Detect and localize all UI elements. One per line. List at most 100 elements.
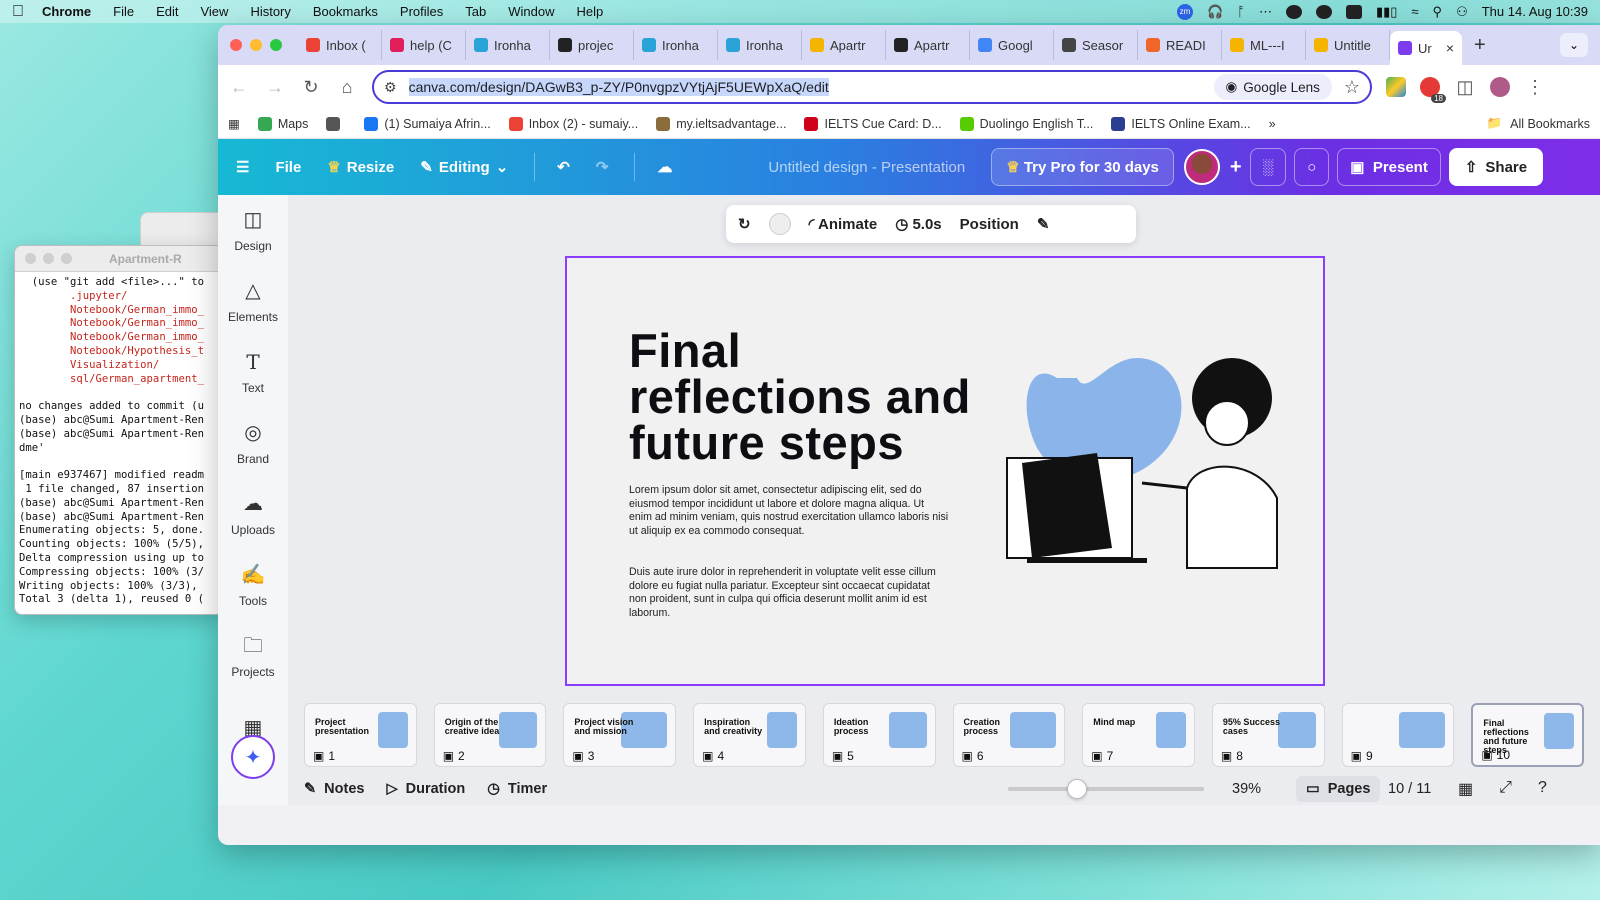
reload-button[interactable]: ↻	[300, 77, 322, 98]
cloud-saved-icon[interactable]: ☁	[657, 158, 672, 176]
menu-help[interactable]: Help	[577, 4, 604, 19]
bookmark-item[interactable]: IELTS Cue Card: D...	[804, 116, 942, 131]
bookmark-item[interactable]: IELTS Online Exam...	[1111, 116, 1251, 131]
bookmark-star-icon[interactable]: ☆	[1344, 77, 1360, 98]
page-thumbnail[interactable]: ▣ 9	[1341, 703, 1455, 767]
back-button[interactable]: ←	[228, 77, 250, 98]
browser-tab[interactable]: READI	[1138, 30, 1222, 60]
user-avatar[interactable]	[1183, 149, 1220, 185]
headphones-icon[interactable]: 🎧	[1207, 4, 1223, 20]
zoom-app-icon[interactable]: zm	[1176, 3, 1193, 20]
chrome-menu-icon[interactable]: ⋮	[1524, 77, 1546, 98]
minimize-button[interactable]	[43, 253, 54, 264]
menu-profiles[interactable]: Profiles	[400, 4, 443, 19]
menu-tab[interactable]: Tab	[465, 4, 486, 19]
slide-paragraph-2[interactable]: Duis aute irure dolor in reprehenderit i…	[629, 566, 949, 620]
bookmark-item[interactable]: my.ieltsadvantage...	[656, 116, 786, 131]
pages-button[interactable]: ▭ Pages	[1296, 776, 1381, 802]
minimize-window-button[interactable]	[250, 39, 262, 51]
menu-view[interactable]: View	[200, 4, 228, 19]
sidebar-item-text[interactable]: T Text	[218, 337, 288, 408]
browser-tab[interactable]: Apartr	[802, 30, 886, 60]
zoom-window-button[interactable]	[270, 39, 282, 51]
page-thumbnail[interactable]: Ideation process ▣ 5	[822, 703, 936, 767]
menu-file[interactable]: File	[113, 4, 134, 19]
slide-paragraph-1[interactable]: Lorem ipsum dolor sit amet, consectetur …	[629, 484, 949, 538]
clock[interactable]: Thu 14. Aug 10:39	[1482, 4, 1588, 19]
home-button[interactable]: ⌂	[336, 77, 358, 98]
animate-button[interactable]: ◜ Animate	[809, 215, 878, 233]
terminal-window[interactable]: Apartment-R (use "git add <file>..." to …	[14, 245, 224, 615]
apple-icon[interactable]: 	[12, 3, 24, 21]
timer-button[interactable]: ◷ Timer	[487, 781, 547, 797]
network-activity-icon[interactable]: ⋯	[1259, 4, 1272, 20]
apps-grid-icon[interactable]: ▦	[228, 116, 240, 131]
redo-button[interactable]: ↷	[596, 158, 609, 176]
sidebar-item-elements[interactable]: △ Elements	[218, 266, 288, 337]
color-swatch[interactable]	[768, 213, 791, 235]
all-bookmarks[interactable]: 📁 All Bookmarks	[1487, 116, 1590, 131]
zoom-slider[interactable]	[1008, 779, 1204, 799]
wifi-icon[interactable]: ≈	[1411, 4, 1418, 19]
control-center-icon[interactable]: ⚇	[1456, 4, 1468, 20]
bookmark-item[interactable]	[326, 116, 346, 131]
browser-tab[interactable]: Ironha	[718, 30, 802, 60]
present-button[interactable]: ▣ Present	[1337, 148, 1441, 186]
page-thumbnail[interactable]: Final reflections and future steps ▣ 10	[1471, 703, 1585, 767]
menu-edit[interactable]: Edit	[156, 4, 178, 19]
notes-button[interactable]: ✎ Notes	[304, 781, 364, 797]
browser-tab[interactable]: Googl	[970, 30, 1054, 60]
sidebar-item-brand[interactable]: ◎ Brand	[218, 408, 288, 479]
regenerate-icon[interactable]: ↻	[738, 215, 751, 233]
site-info-icon[interactable]: ⚙	[384, 79, 397, 96]
menu-history[interactable]: History	[250, 4, 290, 19]
profile-avatar[interactable]	[1490, 77, 1510, 97]
tab-search-button[interactable]: ⌄	[1560, 33, 1588, 57]
zoom-percentage[interactable]: 39%	[1232, 781, 1261, 797]
position-button[interactable]: Position	[960, 216, 1019, 233]
zoom-slider-handle[interactable]	[1066, 779, 1087, 799]
text-input-icon[interactable]	[1345, 4, 1362, 19]
terminal-titlebar[interactable]: Apartment-R	[15, 246, 223, 272]
artist-painting-illustration[interactable]	[987, 338, 1287, 578]
close-button[interactable]	[25, 253, 36, 264]
try-pro-button[interactable]: ♕ Try Pro for 30 days	[991, 148, 1174, 186]
browser-tab[interactable]: projec	[550, 30, 634, 60]
url-text[interactable]: canva.com/design/DAGwB3_p-ZY/P0nvgpzVYtj…	[408, 78, 829, 96]
maximize-button[interactable]	[61, 253, 72, 264]
page-thumbnail[interactable]: Mind map ▣ 7	[1082, 703, 1195, 767]
browser-tab[interactable]: Untitle	[1306, 30, 1390, 60]
duration-button[interactable]: ▷ Duration	[386, 781, 465, 797]
page-thumbnail[interactable]: Project presentation ▣ 1	[304, 703, 417, 767]
page-thumbnail[interactable]: Project vision and mission ▣ 3	[563, 703, 677, 767]
sidebar-item-projects[interactable]: 🗀 Projects	[218, 621, 288, 692]
slide-title[interactable]: Final reflections and future steps	[629, 327, 989, 466]
battery-icon[interactable]: ▮▮▯	[1376, 4, 1397, 20]
spotlight-search-icon[interactable]: ⚲	[1433, 4, 1443, 20]
terminal-output[interactable]: (use "git add <file>..." to .jupyter/ No…	[15, 272, 223, 611]
bookmark-item[interactable]: (1) Sumaiya Afrin...	[364, 116, 491, 131]
duration-button[interactable]: ◷ 5.0s	[895, 215, 941, 233]
browser-tab[interactable]: Inbox (	[298, 30, 382, 60]
hamburger-menu-icon[interactable]: ☰	[236, 158, 249, 176]
copy-style-icon[interactable]: ✎	[1037, 215, 1050, 233]
menu-chrome[interactable]: Chrome	[42, 4, 91, 19]
google-lens-button[interactable]: ◉ Google Lens	[1213, 74, 1332, 100]
browser-tab[interactable]: ML---I	[1222, 30, 1306, 60]
play-icon[interactable]	[1315, 4, 1332, 19]
sidebar-item-uploads[interactable]: ☁ Uploads	[218, 479, 288, 550]
tab-active-canva[interactable]: Ur ×	[1390, 31, 1462, 65]
share-button[interactable]: ⇧ Share	[1448, 148, 1544, 186]
editing-mode-dropdown[interactable]: ✎ Editing ⌄	[420, 158, 508, 177]
resize-button[interactable]: ♕ Resize	[327, 158, 394, 177]
page-thumbnail[interactable]: Creation process ▣ 6	[952, 703, 1066, 767]
more-bookmarks-icon[interactable]: »	[1269, 117, 1276, 131]
comments-button[interactable]: ○	[1294, 148, 1330, 186]
sidebar-item-tools[interactable]: ✍ Tools	[218, 550, 288, 621]
close-tab-icon[interactable]: ×	[1446, 40, 1454, 56]
record-icon[interactable]	[1285, 4, 1302, 19]
bluetooth-icon[interactable]: ᚩ	[1237, 4, 1245, 19]
menu-window[interactable]: Window	[508, 4, 554, 19]
fullscreen-icon[interactable]: ⤢	[1499, 779, 1512, 799]
file-menu[interactable]: File	[275, 159, 301, 176]
